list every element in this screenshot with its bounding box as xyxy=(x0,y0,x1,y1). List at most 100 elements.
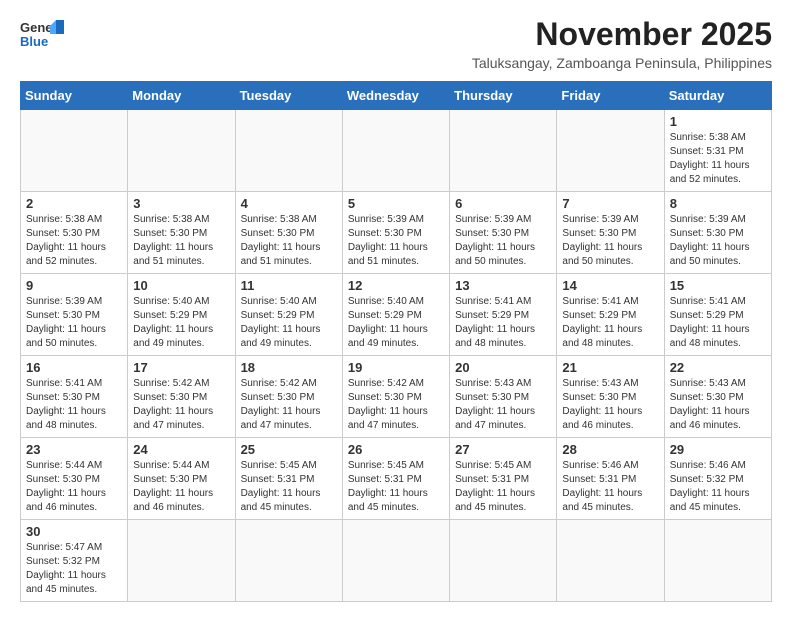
day-number: 2 xyxy=(26,196,122,211)
calendar-cell: 7Sunrise: 5:39 AM Sunset: 5:30 PM Daylig… xyxy=(557,192,664,274)
calendar-cell: 25 Sunrise: 5:45 AM Sunset: 5:31 PM Dayli… xyxy=(235,438,342,520)
day-info: Sunrise: 5:38 AM Sunset: 5:31 PM Dayligh… xyxy=(670,131,766,187)
day-number: 28 xyxy=(562,442,658,457)
day-number: 14 xyxy=(562,278,658,293)
calendar-cell: 11 Sunrise: 5:40 AM Sunset: 5:29 PM Dayli… xyxy=(235,274,342,356)
day-info: Sunrise: 5:40 AM Sunset: 5:29 PM Dayligh… xyxy=(133,295,229,351)
day-info: Sunrise: 5:47 AM Sunset: 5:32 PM Dayligh… xyxy=(26,541,122,597)
calendar-cell: 1 Sunrise: 5:38 AM Sunset: 5:31 PM Daylig… xyxy=(664,110,771,192)
day-number: 29 xyxy=(670,442,766,457)
day-info: Sunrise: 5:43 AM Sunset: 5:30 PM Dayligh… xyxy=(455,377,551,433)
calendar-cell: 5 Sunrise: 5:39 AM Sunset: 5:30 PM Daylig… xyxy=(342,192,449,274)
day-number: 22 xyxy=(670,360,766,375)
calendar-cell: 17Sunrise: 5:42 AM Sunset: 5:30 PM Dayli… xyxy=(128,356,235,438)
calendar-week-0: 1 Sunrise: 5:38 AM Sunset: 5:31 PM Daylig… xyxy=(21,110,772,192)
day-number: 26 xyxy=(348,442,444,457)
day-number: 27 xyxy=(455,442,551,457)
day-number: 10 xyxy=(133,278,229,293)
day-info: Sunrise: 5:44 AM Sunset: 5:30 PM Dayligh… xyxy=(133,459,229,515)
logo-icon: General Blue xyxy=(20,16,64,48)
day-info: Sunrise: 5:38 AM Sunset: 5:30 PM Dayligh… xyxy=(241,213,337,269)
day-number: 30 xyxy=(26,524,122,539)
calendar-cell: 3 Sunrise: 5:38 AM Sunset: 5:30 PM Daylig… xyxy=(128,192,235,274)
day-info: Sunrise: 5:41 AM Sunset: 5:29 PM Dayligh… xyxy=(455,295,551,351)
weekday-header-thursday: Thursday xyxy=(450,82,557,110)
day-number: 3 xyxy=(133,196,229,211)
day-number: 24 xyxy=(133,442,229,457)
day-number: 4 xyxy=(241,196,337,211)
weekday-header-wednesday: Wednesday xyxy=(342,82,449,110)
day-number: 23 xyxy=(26,442,122,457)
location-subtitle: Taluksangay, Zamboanga Peninsula, Philip… xyxy=(472,55,772,71)
page-header: General Blue November 2025 Taluksangay, … xyxy=(20,16,772,71)
calendar-cell: 22Sunrise: 5:43 AM Sunset: 5:30 PM Dayli… xyxy=(664,356,771,438)
weekday-header-monday: Monday xyxy=(128,82,235,110)
calendar-cell: 29 Sunrise: 5:46 AM Sunset: 5:32 PM Dayli… xyxy=(664,438,771,520)
calendar-cell xyxy=(557,110,664,192)
calendar-cell: 10 Sunrise: 5:40 AM Sunset: 5:29 PM Dayli… xyxy=(128,274,235,356)
calendar-cell: 27 Sunrise: 5:45 AM Sunset: 5:31 PM Dayli… xyxy=(450,438,557,520)
day-info: Sunrise: 5:45 AM Sunset: 5:31 PM Dayligh… xyxy=(455,459,551,515)
day-info: Sunrise: 5:39 AM Sunset: 5:30 PM Dayligh… xyxy=(348,213,444,269)
calendar-cell xyxy=(235,520,342,602)
day-number: 5 xyxy=(348,196,444,211)
calendar-cell xyxy=(557,520,664,602)
calendar-cell: 26 Sunrise: 5:45 AM Sunset: 5:31 PM Dayli… xyxy=(342,438,449,520)
day-info: Sunrise: 5:40 AM Sunset: 5:29 PM Dayligh… xyxy=(241,295,337,351)
calendar-cell xyxy=(664,520,771,602)
day-number: 20 xyxy=(455,360,551,375)
day-number: 11 xyxy=(241,278,337,293)
day-number: 21 xyxy=(562,360,658,375)
day-info: Sunrise: 5:42 AM Sunset: 5:30 PM Dayligh… xyxy=(133,377,229,433)
calendar-week-4: 23 Sunrise: 5:44 AM Sunset: 5:30 PM Dayli… xyxy=(21,438,772,520)
day-info: Sunrise: 5:44 AM Sunset: 5:30 PM Dayligh… xyxy=(26,459,122,515)
day-number: 7 xyxy=(562,196,658,211)
day-info: Sunrise: 5:41 AM Sunset: 5:29 PM Dayligh… xyxy=(562,295,658,351)
svg-text:Blue: Blue xyxy=(20,34,48,48)
day-info: Sunrise: 5:39 AM Sunset: 5:30 PM Dayligh… xyxy=(670,213,766,269)
day-info: Sunrise: 5:42 AM Sunset: 5:30 PM Dayligh… xyxy=(241,377,337,433)
calendar-cell: 20 Sunrise: 5:43 AM Sunset: 5:30 PM Dayli… xyxy=(450,356,557,438)
calendar-cell xyxy=(342,520,449,602)
calendar-cell: 8 Sunrise: 5:39 AM Sunset: 5:30 PM Daylig… xyxy=(664,192,771,274)
logo: General Blue xyxy=(20,16,64,48)
day-number: 6 xyxy=(455,196,551,211)
calendar-cell: 6 Sunrise: 5:39 AM Sunset: 5:30 PM Daylig… xyxy=(450,192,557,274)
calendar-cell xyxy=(235,110,342,192)
day-info: Sunrise: 5:41 AM Sunset: 5:29 PM Dayligh… xyxy=(670,295,766,351)
day-number: 8 xyxy=(670,196,766,211)
day-info: Sunrise: 5:42 AM Sunset: 5:30 PM Dayligh… xyxy=(348,377,444,433)
day-number: 1 xyxy=(670,114,766,129)
day-info: Sunrise: 5:46 AM Sunset: 5:32 PM Dayligh… xyxy=(670,459,766,515)
calendar-cell: 12Sunrise: 5:40 AM Sunset: 5:29 PM Dayli… xyxy=(342,274,449,356)
day-info: Sunrise: 5:45 AM Sunset: 5:31 PM Dayligh… xyxy=(241,459,337,515)
calendar-cell: 9 Sunrise: 5:39 AM Sunset: 5:30 PM Daylig… xyxy=(21,274,128,356)
calendar-cell: 28 Sunrise: 5:46 AM Sunset: 5:31 PM Dayli… xyxy=(557,438,664,520)
day-number: 9 xyxy=(26,278,122,293)
day-number: 16 xyxy=(26,360,122,375)
calendar-cell: 24 Sunrise: 5:44 AM Sunset: 5:30 PM Dayli… xyxy=(128,438,235,520)
day-info: Sunrise: 5:39 AM Sunset: 5:30 PM Dayligh… xyxy=(26,295,122,351)
day-number: 19 xyxy=(348,360,444,375)
weekday-header-friday: Friday xyxy=(557,82,664,110)
weekday-header-saturday: Saturday xyxy=(664,82,771,110)
day-info: Sunrise: 5:38 AM Sunset: 5:30 PM Dayligh… xyxy=(133,213,229,269)
calendar-cell: 18 Sunrise: 5:42 AM Sunset: 5:30 PM Dayli… xyxy=(235,356,342,438)
day-info: Sunrise: 5:46 AM Sunset: 5:31 PM Dayligh… xyxy=(562,459,658,515)
calendar-week-3: 16Sunrise: 5:41 AM Sunset: 5:30 PM Dayli… xyxy=(21,356,772,438)
weekday-header-row: SundayMondayTuesdayWednesdayThursdayFrid… xyxy=(21,82,772,110)
day-number: 25 xyxy=(241,442,337,457)
calendar-cell: 21 Sunrise: 5:43 AM Sunset: 5:30 PM Dayli… xyxy=(557,356,664,438)
calendar-cell xyxy=(128,520,235,602)
calendar-cell xyxy=(342,110,449,192)
calendar-cell xyxy=(21,110,128,192)
day-info: Sunrise: 5:43 AM Sunset: 5:30 PM Dayligh… xyxy=(562,377,658,433)
day-number: 18 xyxy=(241,360,337,375)
month-title: November 2025 xyxy=(472,16,772,53)
day-number: 12 xyxy=(348,278,444,293)
calendar-week-5: 30 Sunrise: 5:47 AM Sunset: 5:32 PM Dayli… xyxy=(21,520,772,602)
calendar-week-2: 9 Sunrise: 5:39 AM Sunset: 5:30 PM Daylig… xyxy=(21,274,772,356)
calendar-cell: 4 Sunrise: 5:38 AM Sunset: 5:30 PM Daylig… xyxy=(235,192,342,274)
day-info: Sunrise: 5:39 AM Sunset: 5:30 PM Dayligh… xyxy=(455,213,551,269)
day-info: Sunrise: 5:45 AM Sunset: 5:31 PM Dayligh… xyxy=(348,459,444,515)
